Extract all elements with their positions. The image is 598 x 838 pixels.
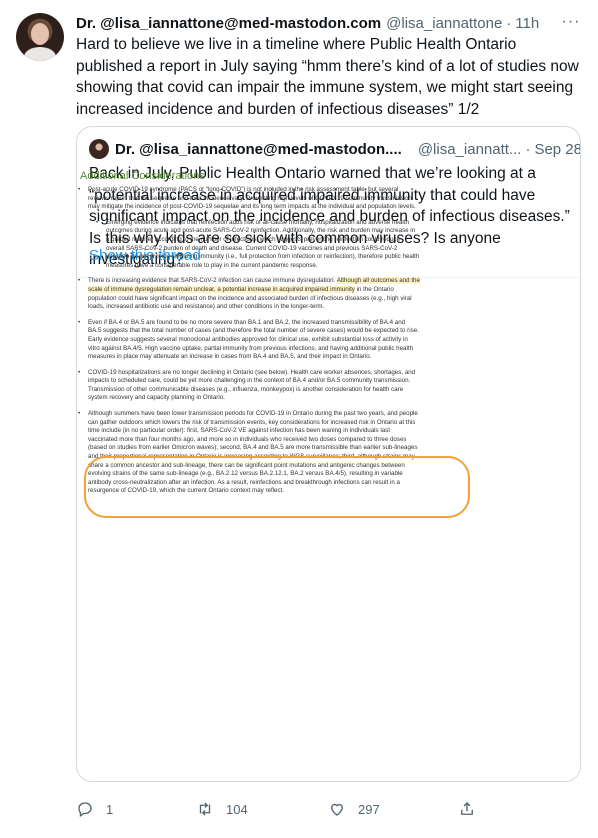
author-handle[interactable]: @lisa_iannattone <box>386 15 502 32</box>
share-icon <box>461 802 473 815</box>
tweet[interactable]: Dr. @lisa_iannattone@med-mastodon.com @l… <box>0 0 598 838</box>
retweet-button[interactable]: 104 <box>196 800 248 818</box>
retweet-count: 104 <box>226 801 248 817</box>
doc-paragraph: COVID-19 hospitalizations are no longer … <box>78 369 420 403</box>
author-name[interactable]: Dr. @lisa_iannattone@med-mastodon.com <box>76 15 381 32</box>
quoted-timestamp: Sep 28 <box>534 140 581 158</box>
highlight-circle <box>84 456 470 518</box>
doc-paragraph: Post-acute COVID-19 syndrome (PACS or “l… <box>78 186 420 212</box>
avatar[interactable] <box>16 13 64 61</box>
share-button[interactable] <box>458 800 476 818</box>
doc-paragraph: Emerging evidence indicates that reinfec… <box>96 219 420 271</box>
separator-dot: · <box>525 140 531 158</box>
doc-paragraph: Even if BA.4 or BA.5 are found to be no … <box>78 319 420 362</box>
avatar-face <box>31 23 49 45</box>
reply-button[interactable]: 1 <box>76 800 113 818</box>
avatar-shirt <box>24 47 56 61</box>
tweet-text: Hard to believe we live in a timeline wh… <box>76 36 579 118</box>
doc-highlighted-paragraph: There is increasing evidence that SARS-C… <box>78 277 420 311</box>
doc-text: There is increasing evidence that SARS-C… <box>88 277 336 285</box>
like-count: 297 <box>358 801 380 817</box>
quoted-author-handle: @lisa_iannatt... <box>417 140 522 158</box>
quoted-header: Dr. @lisa_iannattone@med-mastodon.... @l… <box>115 138 580 160</box>
separator-dot: · <box>506 14 512 32</box>
reply-count: 1 <box>106 801 114 817</box>
quoted-avatar[interactable] <box>89 139 109 159</box>
like-button[interactable]: 297 <box>328 800 380 818</box>
like-icon <box>331 803 343 816</box>
doc-title: Additional Considerations <box>80 170 205 182</box>
timestamp[interactable]: 11h <box>515 15 539 32</box>
tweet-header: Dr. @lisa_iannattone@med-mastodon.com @l… <box>76 12 582 34</box>
retweet-icon <box>199 802 211 816</box>
more-icon[interactable]: ··· <box>560 12 582 34</box>
action-bar: 1 104 297 <box>76 800 576 828</box>
reply-icon <box>78 802 92 818</box>
quoted-author-name: Dr. @lisa_iannattone@med-mastodon.... <box>115 140 402 158</box>
